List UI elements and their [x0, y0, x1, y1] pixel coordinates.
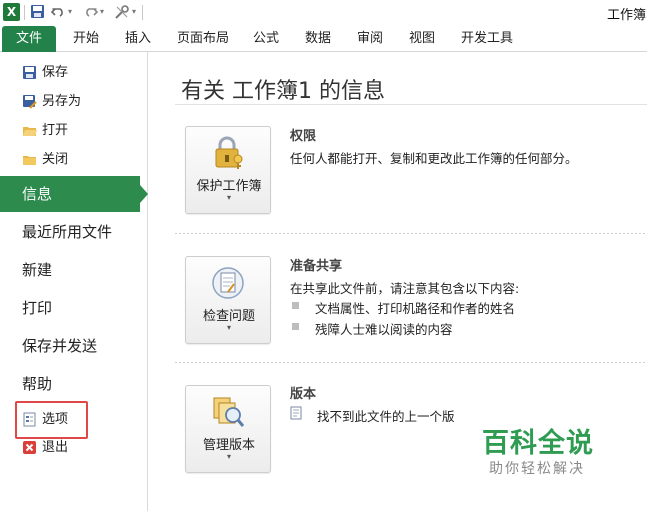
- toolbar-divider: [142, 5, 143, 20]
- undo-dropdown-icon[interactable]: ▾: [68, 7, 72, 16]
- inspect-document-icon: [211, 266, 245, 300]
- section-text-versions: 找不到此文件的上一个版: [317, 409, 455, 424]
- ribbon-tabs: 文件 开始 插入 页面布局 公式 数据 审阅 视图 开发工具: [0, 26, 647, 52]
- bullet-marker: [292, 302, 299, 309]
- manage-versions-button[interactable]: 管理版本 ▾: [185, 385, 271, 473]
- nav-item-help[interactable]: 帮助: [22, 374, 52, 394]
- nav-item-label: 另存为: [42, 94, 82, 109]
- button-label: 管理版本: [202, 438, 255, 453]
- section-heading-permissions: 权限: [290, 129, 317, 144]
- tab-view[interactable]: 视图: [409, 26, 435, 52]
- nav-item-label: 保存: [42, 65, 69, 80]
- save-icon[interactable]: [29, 4, 45, 20]
- window-title: 工作簿1: [607, 8, 647, 23]
- tab-file[interactable]: 文件: [2, 26, 56, 52]
- section-heading-prepare: 准备共享: [290, 259, 343, 274]
- redo-icon[interactable]: [82, 4, 98, 20]
- section-heading-versions: 版本: [290, 387, 317, 402]
- tab-data[interactable]: 数据: [305, 26, 331, 52]
- nav-item-label: 信息: [22, 185, 53, 203]
- bullet-item: 文档属性、打印机路径和作者的姓名: [315, 301, 516, 316]
- nav-item-label: 退出: [42, 440, 69, 455]
- watermark-brand: 百科全说: [482, 428, 594, 459]
- bullet-item: 残障人士难以阅读的内容: [315, 322, 453, 337]
- tab-developer[interactable]: 开发工具: [461, 26, 513, 52]
- tab-review[interactable]: 审阅: [357, 26, 383, 52]
- nav-item-label: 关闭: [42, 152, 69, 167]
- nav-item-new[interactable]: 新建: [22, 260, 52, 280]
- nav-item-info[interactable]: 信息: [0, 176, 148, 212]
- button-label: 检查问题: [202, 309, 255, 324]
- section-divider: [175, 362, 647, 363]
- manage-versions-icon: [211, 395, 245, 429]
- save-as-icon: [22, 94, 37, 109]
- nav-item-save-send[interactable]: 保存并发送: [22, 336, 97, 356]
- redo-dropdown-icon[interactable]: ▾: [100, 7, 104, 16]
- tab-page-layout[interactable]: 页面布局: [177, 26, 229, 52]
- save-icon: [22, 65, 37, 80]
- close-folder-icon: [22, 152, 37, 167]
- undo-icon[interactable]: [50, 4, 66, 20]
- nav-item-print[interactable]: 打印: [22, 298, 52, 318]
- protect-workbook-button[interactable]: 保护工作簿 ▾: [185, 126, 271, 214]
- section-divider: [175, 233, 647, 234]
- customize-dropdown-icon[interactable]: ▾: [132, 7, 136, 16]
- chevron-down-icon: ▾: [226, 323, 231, 332]
- customize-icon[interactable]: [114, 4, 130, 20]
- section-text-permissions: 任何人都能打开、复制和更改此工作簿的任何部分。: [290, 151, 578, 166]
- tab-insert[interactable]: 插入: [125, 26, 151, 52]
- excel-logo-icon[interactable]: X: [3, 3, 20, 21]
- excel-backstage-window: X ▾ ▾ ▾ 工作簿1 文件 开始 插入 页面布局 公式 数据 审阅 视图 开…: [0, 0, 647, 511]
- document-icon: [290, 405, 303, 420]
- backstage-nav: 保存 另存为 打开 关闭 信息 最近所用文件 新建 打印 保存并发送 帮助 选项…: [0, 52, 148, 511]
- title-divider: [175, 104, 647, 105]
- check-for-issues-button[interactable]: 检查问题 ▾: [185, 256, 271, 344]
- tab-home[interactable]: 开始: [73, 26, 99, 52]
- quick-access-toolbar: X ▾ ▾ ▾ 工作簿1: [0, 0, 647, 26]
- exit-icon: [22, 440, 37, 455]
- open-folder-icon: [22, 123, 37, 138]
- page-title: 有关 工作簿1 的信息: [181, 79, 385, 104]
- toolbar-divider: [24, 5, 25, 20]
- bullet-marker: [292, 323, 299, 330]
- button-label: 保护工作簿: [196, 179, 262, 194]
- chevron-down-icon: ▾: [226, 193, 231, 202]
- section-text-prepare: 在共享此文件前，请注意其包含以下内容:: [290, 281, 520, 296]
- watermark-slogan: 助你轻松解决: [489, 461, 585, 477]
- nav-item-recent[interactable]: 最近所用文件: [22, 222, 112, 242]
- nav-item-label: 打开: [42, 123, 69, 138]
- watermark: 百科全说 助你轻松解决: [478, 421, 600, 481]
- lock-key-icon: [211, 136, 245, 170]
- options-highlight-box: [15, 401, 88, 439]
- chevron-down-icon: ▾: [226, 452, 231, 461]
- tab-formulas[interactable]: 公式: [253, 26, 279, 52]
